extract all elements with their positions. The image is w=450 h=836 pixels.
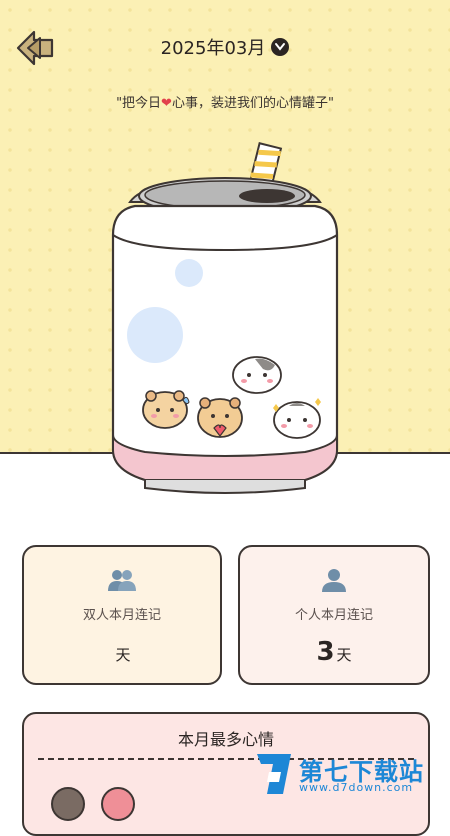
site-watermark: 第七下载站 www.d7down.com — [253, 750, 450, 800]
heart-icon: ❤ — [161, 96, 172, 111]
personal-streak-label: 个人本月连记 — [294, 608, 373, 623]
mood-jar-illustration[interactable] — [105, 140, 345, 500]
couple-streak-card[interactable]: 双人本月连记 天 — [22, 545, 222, 685]
personal-streak-value: 3天 — [316, 637, 352, 667]
top-mood-title: 本月最多心情 — [177, 730, 274, 749]
hamster-sticker-heart — [197, 397, 243, 438]
chevron-down-icon — [271, 38, 290, 56]
month-selector[interactable]: 2025年03月 — [0, 34, 450, 60]
watermark-url: www.d7down.com — [299, 781, 414, 794]
month-label: 2025年03月 — [160, 38, 266, 59]
watermark-logo-icon — [257, 754, 291, 794]
mood-quote: "把今日❤心事，装进我们的心情罐子" — [116, 96, 334, 111]
hamster-sticker-tan — [142, 390, 190, 429]
single-user-icon — [322, 569, 346, 592]
couple-streak-value: 天 — [115, 646, 131, 664]
mood-avatars — [51, 787, 135, 821]
personal-streak-card[interactable]: 个人本月连记 3天 — [238, 545, 430, 685]
two-users-icon — [108, 570, 136, 591]
hamster-sticker-grey — [232, 356, 282, 394]
couple-streak-label: 双人本月连记 — [82, 608, 161, 623]
